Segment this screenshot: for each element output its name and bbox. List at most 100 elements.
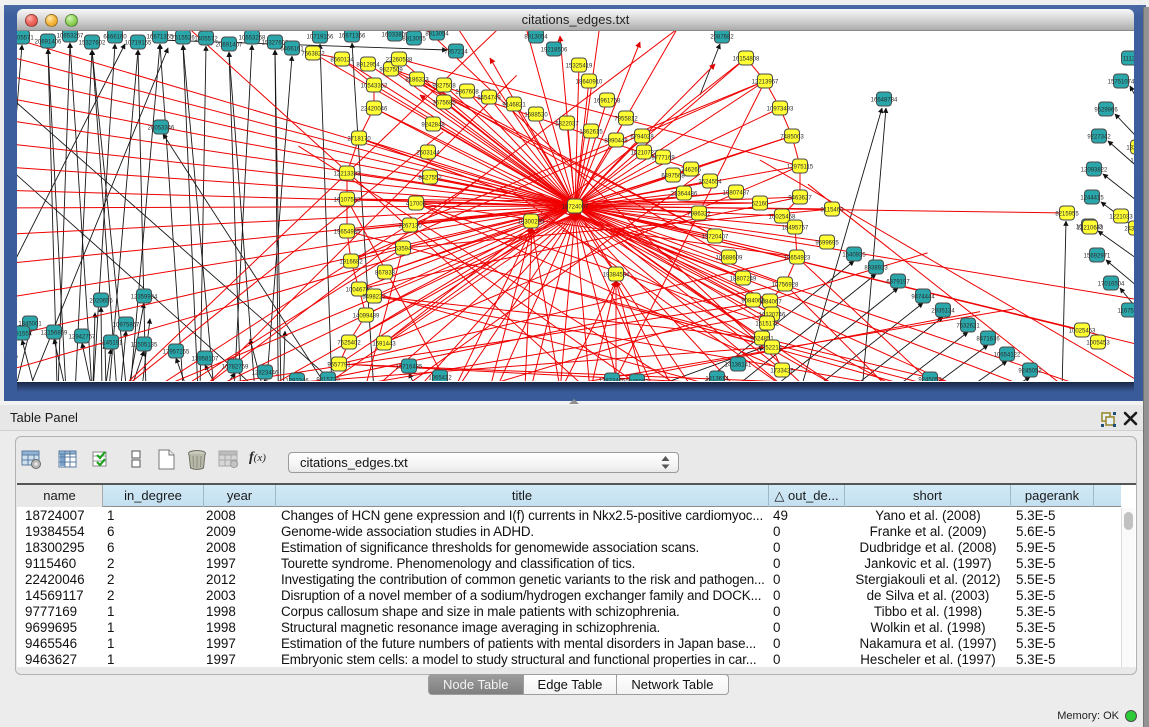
svg-text:1413614: 1413614 — [705, 376, 729, 381]
svg-text:10025453: 10025453 — [1069, 328, 1096, 334]
svg-text:9315720: 9315720 — [316, 377, 340, 381]
svg-text:9827509: 9827509 — [379, 67, 403, 73]
svg-text:10975867: 10975867 — [113, 322, 140, 328]
svg-text:5322037: 5322037 — [555, 121, 579, 127]
svg-text:16671356: 16671356 — [339, 33, 366, 39]
svg-text:9827508: 9827508 — [432, 83, 456, 89]
svg-text:17016504: 17016504 — [1098, 281, 1125, 287]
svg-text:62160: 62160 — [752, 201, 769, 207]
svg-text:53594: 53594 — [395, 246, 412, 252]
svg-text:10543362: 10543362 — [361, 83, 388, 89]
svg-text:9777169: 9777169 — [651, 155, 675, 161]
svg-text:19654923: 19654923 — [784, 255, 811, 261]
svg-text:7515526: 7515526 — [171, 35, 195, 41]
svg-text:7625402: 7625402 — [337, 340, 361, 346]
svg-text:10688609: 10688609 — [716, 255, 743, 261]
svg-text:7485003: 7485003 — [780, 134, 804, 140]
svg-text:12942757: 12942757 — [69, 334, 96, 340]
svg-text:8990448: 8990448 — [604, 138, 628, 144]
svg-text:867833: 867833 — [375, 270, 396, 276]
svg-text:18724007: 18724007 — [562, 204, 589, 210]
svg-text:8813055: 8813055 — [402, 36, 426, 42]
svg-text:9146821: 9146821 — [502, 102, 526, 108]
svg-text:9474444: 9474444 — [911, 294, 935, 300]
svg-text:1145191: 1145191 — [100, 340, 124, 346]
svg-text:1405571: 1405571 — [17, 35, 34, 41]
svg-text:2935134: 2935134 — [931, 308, 955, 314]
svg-text:12093822: 12093822 — [1081, 167, 1108, 173]
svg-text:9242848: 9242848 — [421, 122, 445, 128]
svg-text:7632621: 7632621 — [956, 323, 980, 329]
svg-text:3267130: 3267130 — [398, 223, 422, 229]
svg-text:12359934: 12359934 — [131, 294, 158, 300]
svg-text:9699695: 9699695 — [815, 240, 839, 246]
svg-text:14136141: 14136141 — [725, 362, 752, 368]
svg-text:16154808: 16154808 — [733, 56, 760, 62]
svg-text:8813054: 8813054 — [425, 31, 449, 37]
svg-text:6497568: 6497568 — [661, 173, 685, 179]
svg-text:12210643: 12210643 — [1077, 225, 1104, 231]
svg-text:14099489: 14099489 — [353, 313, 380, 319]
svg-text:391557: 391557 — [17, 331, 33, 337]
svg-text:1005453: 1005453 — [1086, 340, 1110, 346]
svg-text:1615172: 1615172 — [755, 321, 779, 327]
svg-text:8660124: 8660124 — [330, 57, 354, 63]
svg-text:1322754: 1322754 — [1126, 145, 1134, 151]
svg-text:9657791: 9657791 — [327, 362, 351, 368]
svg-text:10756928: 10756928 — [772, 282, 799, 288]
svg-text:1691443: 1691443 — [372, 341, 396, 347]
svg-text:9245052: 9245052 — [625, 379, 649, 381]
svg-text:10025458: 10025458 — [769, 214, 796, 220]
svg-text:10653267: 10653267 — [57, 33, 84, 39]
svg-text:19384554: 19384554 — [603, 272, 630, 278]
svg-text:1362615: 1362615 — [579, 129, 603, 135]
svg-text:8427552: 8427552 — [418, 175, 442, 181]
svg-text:8813054: 8813054 — [524, 34, 548, 40]
svg-text:1167534: 1167534 — [1118, 308, 1134, 314]
svg-text:3624554: 3624554 — [698, 179, 722, 185]
svg-text:7357224: 7357224 — [444, 49, 468, 55]
svg-text:252214: 252214 — [762, 345, 783, 351]
svg-text:8186323: 8186323 — [405, 77, 429, 83]
svg-text:12213383: 12213383 — [334, 171, 361, 177]
svg-text:12823446: 12823446 — [252, 370, 279, 376]
svg-text:22260588: 22260588 — [386, 57, 413, 63]
svg-text:1112: 1112 — [1123, 56, 1134, 62]
svg-text:16671355: 16671355 — [147, 34, 174, 40]
svg-text:18807249: 18807249 — [730, 276, 757, 282]
svg-text:1640935: 1640935 — [842, 252, 866, 258]
svg-text:15327602: 15327602 — [79, 40, 106, 46]
svg-text:1065412: 1065412 — [428, 375, 452, 381]
svg-text:9245052: 9245052 — [918, 377, 942, 381]
svg-text:7663822: 7663822 — [301, 51, 325, 57]
svg-text:1221033: 1221033 — [1109, 214, 1133, 220]
svg-text:16961758: 16961758 — [594, 98, 621, 104]
svg-text:15720407: 15720407 — [702, 234, 729, 240]
svg-text:17957255: 17957255 — [163, 349, 190, 355]
svg-text:10973493: 10973493 — [767, 106, 794, 112]
svg-text:7955812: 7955812 — [614, 116, 638, 122]
svg-text:9245052: 9245052 — [1018, 368, 1042, 374]
svg-text:2718170: 2718170 — [347, 136, 371, 142]
svg-text:9529966: 9529966 — [1094, 107, 1118, 113]
svg-text:20691406: 20691406 — [35, 39, 62, 45]
svg-text:19218506: 19218506 — [541, 47, 568, 53]
svg-text:12975115: 12975115 — [787, 164, 814, 170]
svg-text:417006: 417006 — [406, 201, 427, 207]
svg-text:2367608: 2367608 — [455, 89, 479, 95]
svg-text:18495757: 18495757 — [782, 225, 809, 231]
svg-text:8215955: 8215955 — [1055, 211, 1079, 217]
svg-text:15325419: 15325419 — [566, 63, 593, 69]
svg-text:12156869: 12156869 — [41, 330, 68, 336]
svg-text:2603144: 2603144 — [416, 150, 440, 156]
svg-text:1292346: 1292346 — [285, 378, 309, 381]
svg-text:6794028: 6794028 — [630, 134, 654, 140]
svg-text:1733426: 1733426 — [770, 368, 794, 374]
svg-text:10654122: 10654122 — [994, 352, 1021, 358]
svg-text:10719155: 10719155 — [125, 40, 152, 46]
svg-text:12505135: 12505135 — [131, 342, 158, 348]
svg-text:20691407: 20691407 — [216, 42, 243, 48]
svg-text:7986322: 7986322 — [687, 211, 711, 217]
svg-text:8471676: 8471676 — [976, 336, 1000, 342]
svg-text:20053346: 20053346 — [148, 125, 175, 131]
